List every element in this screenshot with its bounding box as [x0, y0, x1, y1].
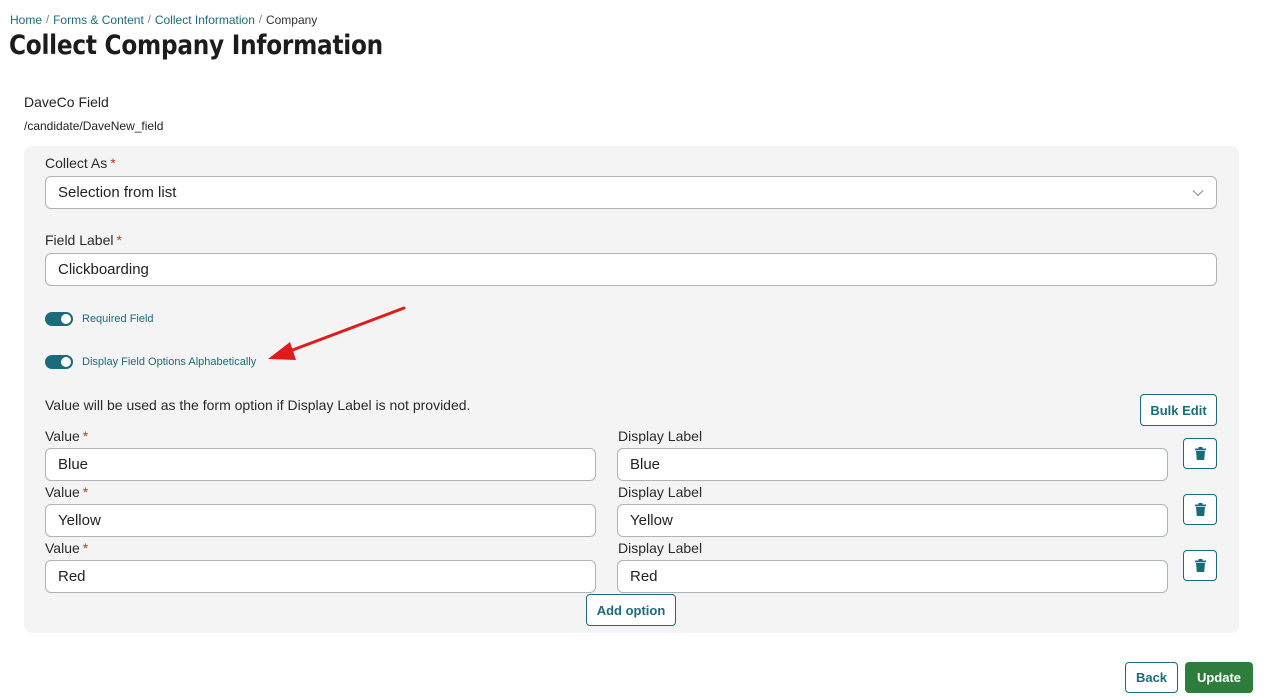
chevron-down-icon: [1192, 186, 1204, 200]
option-display-label-input[interactable]: Blue: [617, 448, 1168, 481]
required-asterisk: *: [82, 484, 89, 500]
delete-option-button[interactable]: [1183, 438, 1217, 469]
bulk-edit-button[interactable]: Bulk Edit: [1140, 394, 1217, 426]
option-display-label-label: Display Label: [618, 484, 703, 500]
required-field-toggle[interactable]: [45, 312, 73, 326]
display-alphabetically-toggle[interactable]: [45, 355, 73, 369]
breadcrumb-separator: /: [46, 14, 50, 26]
required-asterisk: *: [116, 232, 122, 248]
breadcrumb-separator: /: [258, 14, 262, 26]
options-note: Value will be used as the form option if…: [45, 397, 471, 413]
trash-icon: [1194, 559, 1206, 572]
annotation-arrow-icon: [268, 306, 406, 360]
delete-option-button[interactable]: [1183, 494, 1217, 525]
required-asterisk: *: [82, 428, 89, 444]
display-alphabetically-toggle-label: Display Field Options Alphabetically: [82, 356, 257, 368]
delete-option-button[interactable]: [1183, 550, 1217, 581]
option-value-label: Value *: [45, 428, 89, 444]
collect-as-select[interactable]: Selection from list: [45, 176, 1217, 209]
update-button[interactable]: Update: [1185, 662, 1253, 693]
breadcrumb: Home / Forms & Content / Collect Informa…: [10, 13, 317, 27]
collect-as-label: Collect As *: [45, 155, 116, 171]
breadcrumb-separator: /: [147, 14, 151, 26]
trash-icon: [1194, 503, 1206, 516]
back-button[interactable]: Back: [1125, 662, 1178, 693]
option-display-label-label: Display Label: [618, 540, 703, 556]
option-value-label: Value *: [45, 484, 89, 500]
required-asterisk: *: [82, 540, 89, 556]
breadcrumb-collect-information[interactable]: Collect Information: [155, 13, 255, 27]
required-asterisk: *: [110, 155, 116, 171]
breadcrumb-current: Company: [265, 13, 318, 27]
field-path: /candidate/DaveNew_field: [24, 119, 164, 133]
option-display-label-label: Display Label: [618, 428, 703, 444]
collect-as-value: Selection from list: [58, 184, 177, 201]
page-title: Collect Company Information: [9, 30, 383, 61]
breadcrumb-forms-content[interactable]: Forms & Content: [53, 13, 144, 27]
breadcrumb-home[interactable]: Home: [10, 13, 42, 27]
option-value-label: Value *: [45, 540, 89, 556]
required-field-toggle-label: Required Field: [82, 313, 154, 325]
trash-icon: [1194, 447, 1206, 460]
toggle-knob: [61, 357, 71, 367]
add-option-button[interactable]: Add option: [586, 594, 676, 626]
toggle-knob: [61, 314, 71, 324]
option-display-label-input[interactable]: Yellow: [617, 504, 1168, 537]
field-name: DaveCo Field: [24, 94, 109, 110]
option-value-input[interactable]: Blue: [45, 448, 596, 481]
field-label-input[interactable]: Clickboarding: [45, 253, 1217, 286]
option-display-label-input[interactable]: Red: [617, 560, 1168, 593]
field-label-value: Clickboarding: [58, 261, 149, 278]
option-value-input[interactable]: Red: [45, 560, 596, 593]
option-value-input[interactable]: Yellow: [45, 504, 596, 537]
field-label-label: Field Label *: [45, 232, 122, 248]
